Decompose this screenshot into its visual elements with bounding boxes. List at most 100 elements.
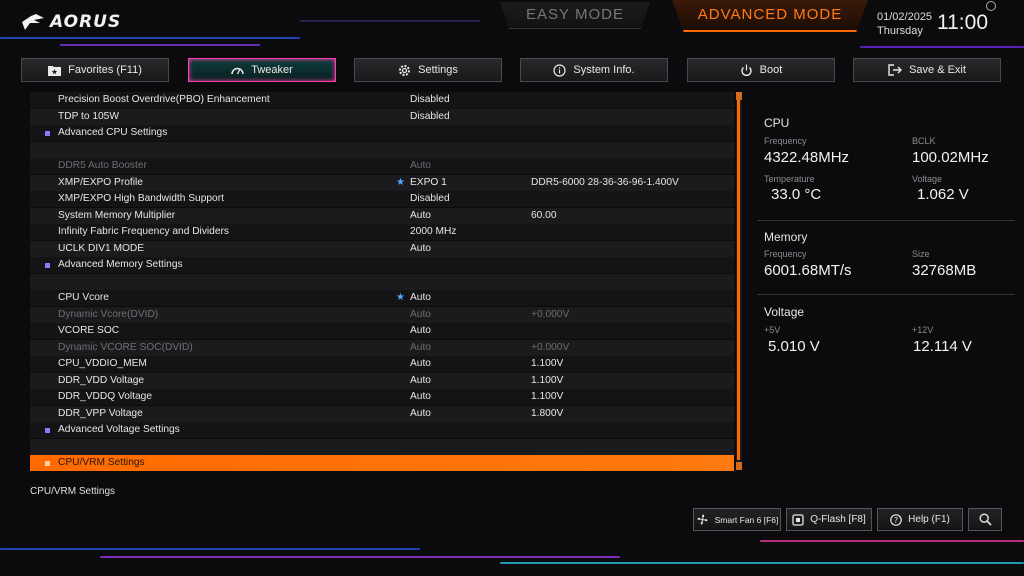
weekday-text: Thursday <box>877 25 923 37</box>
12v-value: 12.114 V <box>913 338 972 355</box>
setting-value: Auto <box>410 292 431 303</box>
setting-row-memory-multiplier[interactable]: System Memory Multiplier Auto 60.00 <box>30 207 734 224</box>
submenu-advanced-voltage[interactable]: Advanced Voltage Settings <box>30 422 734 438</box>
cpu-temperature-label: Temperature <box>764 174 815 184</box>
setting-label: DDR_VPP Voltage <box>58 407 143 419</box>
favorite-star-icon: ★ <box>396 176 405 188</box>
setting-row-infinity-fabric[interactable]: Infinity Fabric Frequency and Dividers 20… <box>30 224 734 240</box>
12v-label: +12V <box>912 325 934 335</box>
tab-system-info[interactable]: System Info. <box>520 58 668 82</box>
setting-row-cpu-vcore[interactable]: CPU Vcore ★ Auto <box>30 290 734 306</box>
setting-label: Precision Boost Overdrive(PBO) Enhanceme… <box>58 94 270 105</box>
setting-row-cpu-vddio-mem[interactable]: CPU_VDDIO_MEM Auto 1.100V <box>30 356 734 372</box>
decor-streak <box>760 540 1024 542</box>
setting-label: XMP/EXPO Profile <box>58 176 143 188</box>
setting-row-tdp[interactable]: TDP to 105W Disabled <box>30 108 734 125</box>
hardware-monitor-panel: CPU Frequency 4322.48MHz BCLK 100.02MHz … <box>757 92 1015 470</box>
setting-row-vcore-soc[interactable]: VCORE SOC Auto <box>30 323 734 339</box>
tab-label: Save & Exit <box>909 64 966 76</box>
brand-logo: AORUS <box>22 12 121 32</box>
tab-tweaker[interactable]: Tweaker <box>188 58 336 82</box>
setting-label: Advanced Memory Settings <box>58 259 183 270</box>
cpu-temperature-value: 33.0 °C <box>771 186 822 203</box>
bclk-value: 100.02MHz <box>912 149 989 166</box>
smart-fan-button[interactable]: Smart Fan 6 [F6] <box>693 508 781 531</box>
setting-row-ddr-vpp[interactable]: DDR_VPP Voltage Auto 1.800V <box>30 405 734 422</box>
tab-label: Boot <box>759 64 783 76</box>
setting-label: CPU_VDDIO_MEM <box>58 358 147 369</box>
setting-value: Auto <box>410 308 431 320</box>
tab-label: System Info. <box>573 64 635 76</box>
setting-label: VCORE SOC <box>58 325 120 336</box>
submenu-advanced-memory[interactable]: Advanced Memory Settings <box>30 257 734 273</box>
advanced-mode-tab[interactable]: ADVANCED MODE <box>672 0 868 32</box>
scroll-up-arrow-icon[interactable] <box>736 92 742 100</box>
item-help-text: CPU/VRM Settings <box>30 486 116 497</box>
setting-value: Disabled <box>410 94 450 105</box>
tab-save-exit[interactable]: Save & Exit <box>853 58 1001 82</box>
submenu-advanced-cpu[interactable]: Advanced CPU Settings <box>30 125 734 141</box>
decor-streak <box>500 562 1024 564</box>
submenu-bullet-icon <box>45 461 50 466</box>
setting-label: DDR5 Auto Booster <box>58 160 147 171</box>
setting-value: Auto <box>410 358 431 369</box>
submenu-cpu-vrm-settings[interactable]: CPU/VRM Settings <box>30 455 734 471</box>
cpu-section-title: CPU <box>764 116 790 130</box>
setting-row-xmp-high-bandwidth[interactable]: XMP/EXPO High Bandwidth Support Disabled <box>30 191 734 207</box>
submenu-bullet-icon <box>45 428 50 433</box>
setting-extra: 1.100V <box>531 358 564 369</box>
spacer-row <box>30 438 734 455</box>
gear-icon <box>399 64 411 76</box>
5v-label: +5V <box>764 325 781 335</box>
tab-label: Tweaker <box>251 64 293 76</box>
info-icon <box>553 63 567 77</box>
search-button[interactable] <box>968 508 1002 531</box>
tab-label: Favorites (F11) <box>68 64 142 76</box>
setting-value: Auto <box>410 374 431 386</box>
spacer-row <box>30 273 734 290</box>
setting-extra: 1.100V <box>531 374 564 386</box>
flash-chip-icon <box>792 513 804 526</box>
star-folder-icon <box>48 65 62 76</box>
fan-icon <box>697 514 708 525</box>
setting-value: Auto <box>410 242 431 254</box>
scroll-down-arrow-icon[interactable] <box>736 462 742 470</box>
date-text: 01/02/2025 <box>877 11 933 23</box>
setting-label: Advanced Voltage Settings <box>58 424 180 435</box>
easy-mode-tab[interactable]: EASY MODE <box>500 2 650 29</box>
setting-value: 2000 MHz <box>410 226 457 237</box>
setting-row-ddr-vddq[interactable]: DDR_VDDQ Voltage Auto 1.100V <box>30 389 734 405</box>
setting-row-pbo[interactable]: Precision Boost Overdrive(PBO) Enhanceme… <box>30 92 734 108</box>
brand-name: AORUS <box>50 12 122 32</box>
setting-row-uclk-div1[interactable]: UCLK DIV1 MODE Auto <box>30 240 734 257</box>
favorite-star-icon: ★ <box>396 292 405 303</box>
setting-extra: DDR5-6000 28-36-36-96-1.400V <box>531 176 679 188</box>
voltage-section-title: Voltage <box>764 305 805 319</box>
submenu-bullet-icon <box>45 263 50 268</box>
tab-boot[interactable]: Boot <box>687 58 835 82</box>
setting-extra: 1.800V <box>531 407 564 419</box>
help-button[interactable]: ? Help (F1) <box>877 508 963 531</box>
screenshot-icon[interactable] <box>986 1 996 11</box>
setting-label: UCLK DIV1 MODE <box>58 242 145 254</box>
tab-settings[interactable]: Settings <box>354 58 502 82</box>
memory-size-value: 32768MB <box>912 262 977 279</box>
help-icon: ? <box>890 513 902 526</box>
submenu-bullet-icon <box>45 131 50 136</box>
bclk-label: BCLK <box>912 136 936 146</box>
qflash-button[interactable]: Q-Flash [F8] <box>786 508 872 531</box>
scrollbar-thumb[interactable] <box>737 100 740 460</box>
decor-streak <box>0 548 420 550</box>
setting-row-ddr5-auto-booster: DDR5 Auto Booster Auto <box>30 158 734 174</box>
setting-row-ddr-vdd[interactable]: DDR_VDD Voltage Auto 1.100V <box>30 372 734 389</box>
setting-row-dynamic-vcore-soc: Dynamic VCORE SOC(DVID) Auto +0.000V <box>30 339 734 356</box>
tab-favorites[interactable]: Favorites (F11) <box>21 58 169 82</box>
setting-label: Infinity Fabric Frequency and Dividers <box>58 226 229 237</box>
help-label: Help (F1) <box>908 514 950 525</box>
cpu-voltage-value: 1.062 V <box>917 186 969 203</box>
memory-section-title: Memory <box>764 230 808 244</box>
setting-label: CPU/VRM Settings <box>58 457 145 468</box>
setting-row-xmp-expo-profile[interactable]: XMP/EXPO Profile ★ EXPO 1 DDR5-6000 28-36-3… <box>30 174 734 191</box>
decor-streak <box>100 556 620 558</box>
spacer-row <box>30 141 734 158</box>
